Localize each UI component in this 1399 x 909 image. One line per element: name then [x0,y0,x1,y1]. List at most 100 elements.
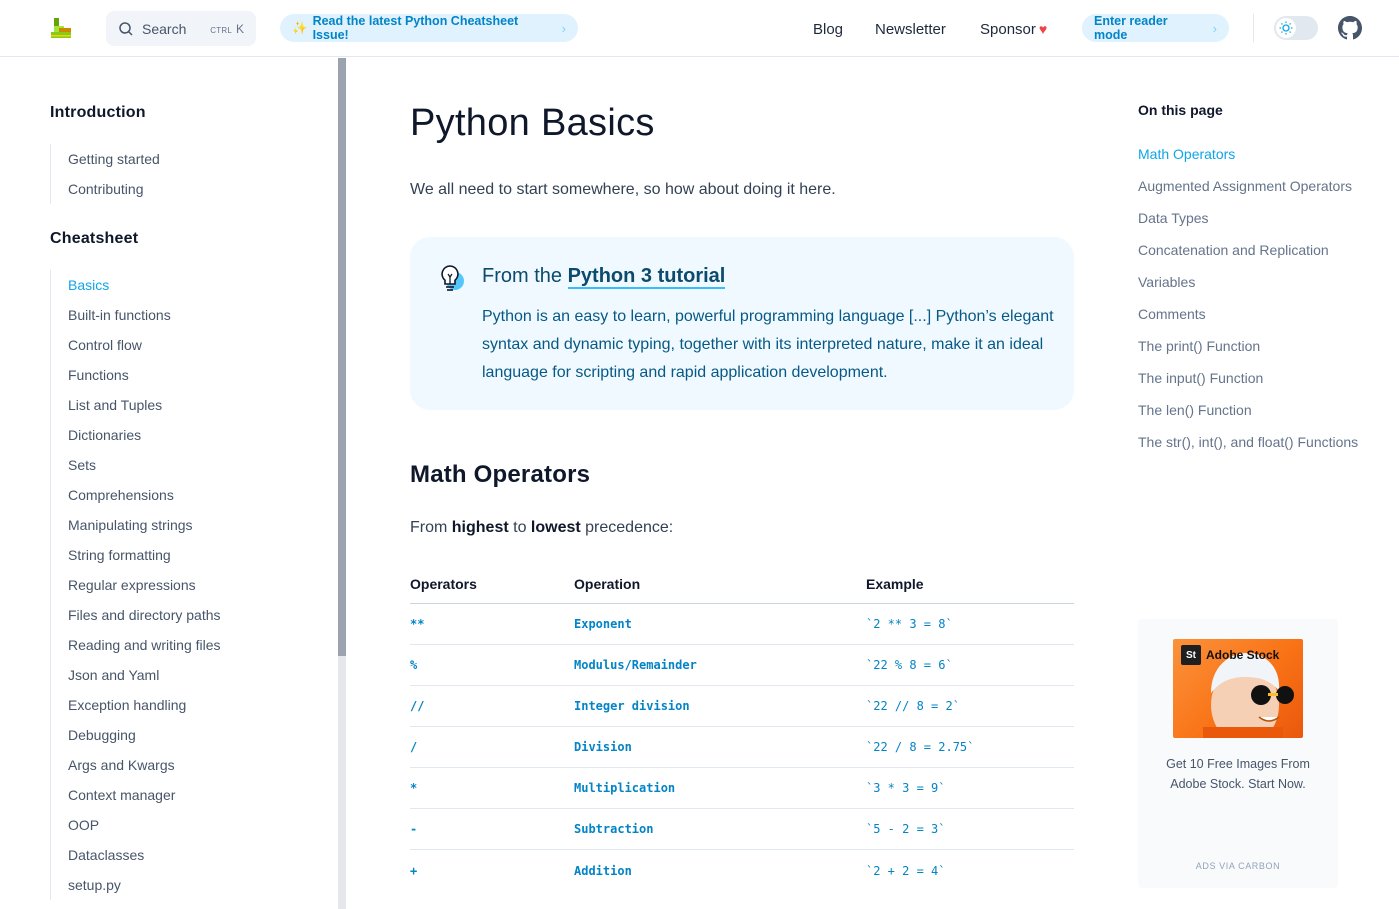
sidebar-item-files-paths[interactable]: Files and directory paths [51,600,221,630]
python-cheatsheet-logo[interactable] [48,15,74,41]
toc-item-input-function[interactable]: The input() Function [1138,366,1378,390]
sidebar-item-comprehensions[interactable]: Comprehensions [51,480,221,510]
sidebar-item-basics[interactable]: Basics [51,270,221,300]
operation-cell: Addition [574,863,632,878]
toc-item-math-operators[interactable]: Math Operators [1138,142,1378,166]
ad-brand: St Adobe Stock [1181,645,1279,665]
sidebar-item-string-formatting[interactable]: String formatting [51,540,221,570]
sidebar-item-dataclasses[interactable]: Dataclasses [51,840,221,870]
sidebar-item-dictionaries[interactable]: Dictionaries [51,420,221,450]
sidebar-item-oop[interactable]: OOP [51,810,221,840]
example-cell: `22 % 8 = 6` [866,658,953,672]
precedence-mid: to [508,519,531,536]
search-label: Search [142,20,187,37]
reader-mode-label: Enter reader mode [1094,14,1168,42]
sidebar-item-control-flow[interactable]: Control flow [51,330,221,360]
sidebar-item-functions[interactable]: Functions [51,360,221,390]
adobe-stock-logo: St [1181,645,1201,665]
shortcut-ctrl: CTRL [210,25,232,35]
precedence-pre: From [410,519,452,536]
sidebar-item-reading-writing-files[interactable]: Reading and writing files [51,630,221,660]
ad-brand-label: Adobe Stock [1206,648,1280,662]
sidebar-section-title: Introduction [50,104,146,121]
search-button[interactable]: Search CTRL K [106,11,256,46]
sidebar-item-builtin-functions[interactable]: Built-in functions [51,300,221,330]
scrollbar-thumb[interactable] [338,58,346,656]
theme-toggle[interactable] [1274,16,1318,40]
toc-list: Math Operators Augmented Assignment Oper… [1138,142,1378,462]
sidebar-item-manipulating-strings[interactable]: Manipulating strings [51,510,221,540]
main-content: Python Basics We all need to start somew… [410,58,1074,909]
sidebar-item-contributing[interactable]: Contributing [51,174,160,204]
python-tutorial-link[interactable]: Python 3 tutorial [567,265,726,289]
toc-item-len-function[interactable]: The len() Function [1138,398,1378,422]
operator-cell: ** [410,617,425,631]
operation-cell: Modulus/Remainder [574,658,697,672]
nav-newsletter[interactable]: Newsletter [875,21,946,38]
toc-title: On this page [1138,102,1223,118]
math-operators-table: Operators Operation Example ** Exponent … [410,566,1074,891]
ad-image[interactable]: St Adobe Stock [1173,639,1303,738]
ad-attribution[interactable]: ADS VIA CARBON [1138,861,1338,871]
page-lead: We all need to start somewhere, so how a… [410,181,836,198]
toc-item-augmented-assignment[interactable]: Augmented Assignment Operators [1138,174,1378,198]
toc-item-print-function[interactable]: The print() Function [1138,334,1378,358]
precedence-lowest: lowest [530,519,581,536]
shortcut-key: K [235,21,244,36]
table-row: - Subtraction `5 - 2 = 3` [410,809,1074,850]
quote-callout: From the Python 3 tutorial Python is an … [410,237,1074,410]
sidebar-list-cheatsheet: Basics Built-in functions Control flow F… [50,270,221,900]
sidebar-section-title: Cheatsheet [50,230,139,247]
precedence-post: precedence: [580,519,674,536]
toc-item-data-types[interactable]: Data Types [1138,206,1378,230]
nav-sponsor[interactable]: Sponsor ♥ [980,21,1047,38]
precedence-highest: highest [451,519,509,536]
operation-cell: Integer division [574,699,690,713]
announcement-label: Read the latest Python Cheatsheet Issue! [312,14,519,42]
heart-icon: ♥ [1038,21,1048,37]
nav-sponsor-label: Sponsor [980,21,1036,38]
operation-cell: Subtraction [574,822,654,836]
callout-title: From the Python 3 tutorial [482,265,726,289]
sidebar-scrollbar[interactable] [338,58,346,909]
sidebar-item-json-yaml[interactable]: Json and Yaml [51,660,221,690]
github-icon[interactable] [1338,16,1362,40]
operation-cell: Exponent [574,617,632,631]
sidebar-item-sets[interactable]: Sets [51,450,221,480]
toc-item-variables[interactable]: Variables [1138,270,1378,294]
sidebar-item-exception-handling[interactable]: Exception handling [51,690,221,720]
chevron-right-icon: › [1212,20,1217,36]
operation-cell: Multiplication [574,781,676,795]
sidebar-item-list-and-tuples[interactable]: List and Tuples [51,390,221,420]
example-cell: `2 ** 3 = 8` [866,617,953,631]
sidebar-item-context-manager[interactable]: Context manager [51,780,221,810]
table-row: ** Exponent `2 ** 3 = 8` [410,604,1074,645]
table-header: Operators Operation Example [410,566,1074,604]
carbon-ad[interactable]: St Adobe Stock Get 10 Free Images From A… [1138,619,1338,888]
sparkles-icon: ✨ [292,20,308,35]
top-header: Search CTRL K ✨ Read the latest Python C… [0,0,1399,57]
toc-item-conversion-functions[interactable]: The str(), int(), and float() Functions [1138,430,1378,454]
sidebar-item-setup-py[interactable]: setup.py [51,870,221,900]
sidebar-list-introduction: Getting started Contributing [50,144,160,204]
column-header-operation: Operation [574,576,641,592]
sidebar-item-args-kwargs[interactable]: Args and Kwargs [51,750,221,780]
toc-item-comments[interactable]: Comments [1138,302,1378,326]
nav-blog[interactable]: Blog [813,21,843,38]
section-title-math-operators: Math Operators [410,461,591,488]
announcement-banner[interactable]: ✨ Read the latest Python Cheatsheet Issu… [280,14,578,42]
ad-text[interactable]: Get 10 Free Images From Adobe Stock. Sta… [1158,754,1318,794]
lightbulb-icon [441,265,464,291]
sidebar-item-debugging[interactable]: Debugging [51,720,221,750]
operator-cell: // [410,699,425,713]
sidebar-item-regular-expressions[interactable]: Regular expressions [51,570,221,600]
example-cell: `22 // 8 = 2` [866,699,960,713]
page-title: Python Basics [410,102,655,144]
toc-item-concatenation[interactable]: Concatenation and Replication [1138,238,1378,262]
sidebar-item-getting-started[interactable]: Getting started [51,144,160,174]
operator-cell: * [410,781,418,795]
reader-mode-button[interactable]: Enter reader mode › [1082,14,1229,42]
chevron-right-icon: › [561,20,566,36]
table-row: / Division `22 / 8 = 2.75` [410,727,1074,768]
search-shortcut: CTRL K [210,22,244,36]
